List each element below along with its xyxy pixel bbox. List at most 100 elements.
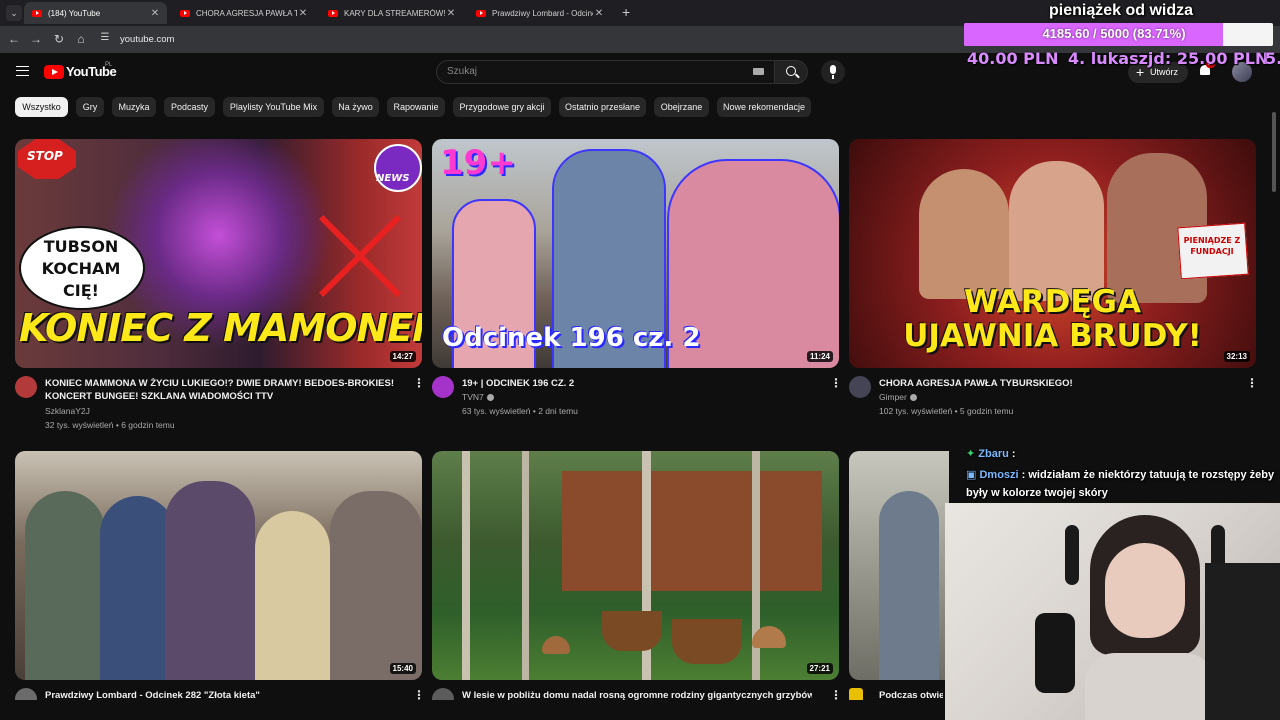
video-duration: 14:27 xyxy=(389,351,416,362)
site-info-icon[interactable]: ☰ xyxy=(98,32,112,43)
video-title-1[interactable]: KONIEC MAMMONA W ŻYCIU LUKIEGO!? DWIE DR… xyxy=(45,377,395,403)
video-duration: 15:40 xyxy=(389,663,416,674)
close-tab-icon[interactable]: ✕ xyxy=(445,8,457,19)
video-stats: 32 tys. wyświetleń • 6 godzin temu xyxy=(45,420,175,430)
chip-nowe[interactable]: Nowe rekomendacje xyxy=(717,97,811,117)
donation-goal-bar: 4185.60 / 5000 (83.71%) xyxy=(964,23,1273,46)
donation-goal-text: 4185.60 / 5000 (83.71%) xyxy=(1042,26,1186,41)
tab-title: KARY DLA STREAMERÓW! AWANTURA xyxy=(344,8,445,18)
thumb-figure xyxy=(100,496,175,680)
video-title-2[interactable]: 19+ | ODCINEK 196 CZ. 2 xyxy=(462,377,812,390)
thumb-bubble-text: TUBSON KOCHAM CIĘ! xyxy=(41,237,121,300)
browser-tab-kary[interactable]: KARY DLA STREAMERÓW! AWANTURA ✕ xyxy=(320,2,463,24)
video-stats: 63 tys. wyświetleń • 2 dni temu xyxy=(462,406,578,416)
verified-icon xyxy=(486,394,494,402)
address-bar[interactable]: youtube.com xyxy=(120,34,174,45)
video-thumbnail-1[interactable]: STOP TUBSON KOCHAM CIĘ! NEWS KONIEC Z MA… xyxy=(15,139,422,368)
chip-podcasty[interactable]: Podcasty xyxy=(164,97,215,117)
thumb-age-badge: 19+ xyxy=(440,143,516,183)
home-icon[interactable]: ⌂ xyxy=(74,32,88,46)
page-scrollbar[interactable] xyxy=(1272,112,1276,192)
country-code: PL xyxy=(105,62,113,68)
channel-avatar[interactable] xyxy=(432,376,454,398)
chip-rapowanie[interactable]: Rapowanie xyxy=(387,97,445,117)
streamer-webcam xyxy=(945,503,1280,720)
chip-ostatnio[interactable]: Ostatnio przesłane xyxy=(559,97,646,117)
youtube-favicon-icon xyxy=(32,9,42,17)
video-thumbnail-5[interactable]: 27:21 xyxy=(432,451,839,680)
chip-muzyka[interactable]: Muzyka xyxy=(112,97,156,117)
search-button[interactable] xyxy=(775,60,808,84)
video-duration: 32:13 xyxy=(1223,351,1250,362)
red-x-mark xyxy=(305,201,415,311)
youtube-logo-icon[interactable] xyxy=(44,65,64,79)
thumb-figure xyxy=(25,491,105,680)
forward-icon[interactable]: → xyxy=(29,32,43,46)
thumb-mushroom xyxy=(542,636,570,654)
reload-icon[interactable]: ↻ xyxy=(52,32,66,46)
more-options-icon[interactable]: ⋮ xyxy=(1246,376,1258,390)
youtube-favicon-icon xyxy=(180,9,190,17)
thumb-figure xyxy=(1009,161,1104,301)
chip-na-zywo[interactable]: Na żywo xyxy=(332,97,379,117)
menu-icon[interactable] xyxy=(16,66,29,76)
close-tab-icon[interactable]: ✕ xyxy=(593,8,605,19)
channel-avatar[interactable] xyxy=(15,376,37,398)
thumb-basket xyxy=(672,619,742,664)
tab-title: CHORA AGRESJA PAWŁA TYBURSKIEGO xyxy=(196,8,297,18)
chip-wszystko[interactable]: Wszystko xyxy=(15,97,68,117)
youtube-favicon-icon xyxy=(476,9,486,17)
donation-ticker: 40.00 PLN 4. lukaszjd: 25.00 PLN 5. xyxy=(967,49,1280,71)
youtube-favicon-icon xyxy=(328,9,338,17)
video-title-3[interactable]: CHORA AGRESJA PAWŁA TYBURSKIEGO! xyxy=(879,377,1229,390)
chip-przygodowe[interactable]: Przygodowe gry akcji xyxy=(453,97,551,117)
thumb-banner-text: Odcinek 196 cz. 2 xyxy=(442,323,701,353)
back-icon[interactable]: ← xyxy=(7,32,21,46)
channel-name[interactable]: Gimper xyxy=(879,391,917,404)
channel-name-text: TVN7 xyxy=(462,392,484,402)
thumb-figure xyxy=(330,491,422,680)
ticker-item: 40.00 PLN xyxy=(967,49,1059,68)
chip-playlisty[interactable]: Playlisty YouTube Mix xyxy=(223,97,324,117)
chat-badge-icon: ✦ xyxy=(966,448,976,460)
close-tab-icon[interactable]: ✕ xyxy=(149,8,161,19)
thumb-basket xyxy=(602,611,662,651)
chip-obejrzane[interactable]: Obejrzane xyxy=(654,97,709,117)
video-thumbnail-3[interactable]: PIENIĄDZE Z FUNDACJI WARDĘGA UJAWNIA BRU… xyxy=(849,139,1256,368)
tab-search-icon[interactable]: ⌄ xyxy=(6,5,22,21)
video-thumbnail-4[interactable]: 15:40 xyxy=(15,451,422,680)
keyboard-icon[interactable] xyxy=(753,68,764,75)
news-badge xyxy=(374,144,422,192)
voice-search-icon[interactable] xyxy=(821,60,845,84)
close-tab-icon[interactable]: ✕ xyxy=(297,8,309,19)
browser-tab-lombard[interactable]: Prawdziwy Lombard - Odcinek ✕ xyxy=(468,2,611,24)
channel-avatar[interactable] xyxy=(849,376,871,398)
video-thumbnail-6[interactable] xyxy=(849,451,949,680)
browser-tab-youtube[interactable]: (184) YouTube ✕ xyxy=(24,2,167,24)
more-options-icon[interactable]: ⋮ xyxy=(830,376,842,390)
gaming-chair xyxy=(1205,563,1280,720)
page-bottom-edge xyxy=(0,700,945,720)
new-tab-icon[interactable]: + xyxy=(622,4,630,20)
video-title-line: KONCERT BUNGEE! SZKLANA WIADOMOŚCI TTV xyxy=(45,391,274,402)
video-duration: 11:24 xyxy=(806,351,833,362)
channel-name-text: Gimper xyxy=(879,392,907,402)
verified-icon xyxy=(909,394,917,402)
ticker-item: 4. lukaszjd: 25.00 PLN xyxy=(1068,49,1269,68)
search-input[interactable]: Szukaj xyxy=(436,60,775,84)
video-thumbnail-2[interactable]: 19+ Odcinek 196 cz. 2 11:24 xyxy=(432,139,839,368)
search-icon xyxy=(786,66,796,76)
video-title-line: KONIEC MAMMONA W ŻYCIU LUKIEGO!? DWIE DR… xyxy=(45,378,395,389)
browser-tab-chora[interactable]: CHORA AGRESJA PAWŁA TYBURSKIEGO ✕ xyxy=(172,2,315,24)
chip-gry[interactable]: Gry xyxy=(76,97,104,117)
tab-title: (184) YouTube xyxy=(48,8,101,18)
chat-message: ✦ Zbaru : xyxy=(966,445,1280,463)
more-options-icon[interactable]: ⋮ xyxy=(413,376,425,390)
news-badge-text: NEWS xyxy=(376,173,410,184)
channel-name[interactable]: TVN7 xyxy=(462,391,494,404)
stop-sign-text: STOP xyxy=(27,149,63,163)
thumb-figure xyxy=(879,491,939,680)
microphone-icon xyxy=(1035,613,1075,693)
video-stats: 102 tys. wyświetleń • 5 godzin temu xyxy=(879,406,1014,416)
channel-name[interactable]: SzklanaY2J xyxy=(45,405,90,418)
